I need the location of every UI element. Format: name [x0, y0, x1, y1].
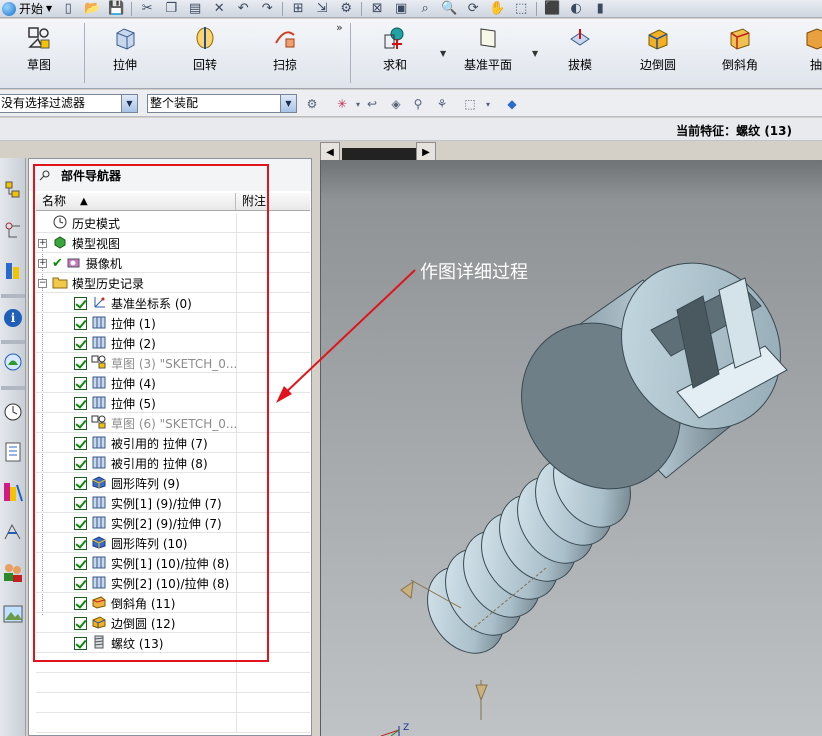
annotation-text: 作图详细过程 — [420, 262, 528, 283]
select-face-icon[interactable]: ◈ — [388, 96, 404, 112]
rectangle-select-icon[interactable]: ⬚ — [462, 96, 478, 112]
unite-icon — [384, 27, 404, 49]
rotate-icon[interactable]: ⟳ — [464, 1, 482, 17]
revolve-label: 回转 — [192, 58, 217, 72]
unite-label: 求和 — [382, 58, 407, 72]
toolbar-separator — [282, 1, 284, 16]
sweep-button[interactable]: 扫掠 — [260, 23, 310, 83]
selection-filter-combo[interactable]: 没有选择过滤器 ▼ — [0, 94, 138, 113]
tools-icon[interactable]: ⚙ — [337, 1, 355, 17]
start-orb-icon — [2, 1, 16, 16]
datum-plane-button[interactable]: 基准平面 — [460, 23, 516, 83]
selection-filter-value: 没有选择过滤器 — [1, 96, 86, 110]
main-area: i 部件导航器 名称 ▲ 附注 历史模式 + 模型视图 + ✔ 摄像机 − 模型历史记录 基准坐… — [0, 142, 822, 736]
start-menu-button[interactable]: 开始 ▼ — [0, 0, 56, 17]
ribbon-divider — [350, 23, 351, 83]
chevron-down-icon[interactable]: ▼ — [121, 95, 137, 112]
chevron-down-icon[interactable]: ▼ — [532, 49, 540, 58]
shell-button[interactable]: 抽 — [796, 23, 822, 83]
chamfer-icon — [730, 28, 750, 50]
toolbar-separator — [536, 1, 538, 16]
cut-icon[interactable]: ✂ — [138, 1, 156, 17]
revolve-button[interactable]: 回转 — [180, 23, 230, 83]
selection-bar: 没有选择过滤器 ▼ 整个装配 ▼ ⚙ ✳ ▾ ↩ ◈ ⚲ ⚘ ⬚ ▾ ◆ — [0, 90, 822, 117]
save-icon[interactable]: 💾 — [107, 1, 125, 17]
draft-label: 拔模 — [567, 58, 592, 72]
sketch-button[interactable]: 草图 — [14, 23, 64, 83]
chamfer-label: 倒斜角 — [721, 58, 758, 72]
view-cube-icon[interactable]: ⬚ — [512, 1, 530, 17]
orient-view-icon[interactable]: ⬛ — [543, 1, 561, 17]
extrude-icon — [116, 28, 135, 50]
draft-button[interactable]: 拔模 — [555, 23, 605, 83]
zoom-window-icon[interactable]: ⌕ — [416, 1, 434, 17]
zoom-icon[interactable]: 🔍 — [440, 1, 458, 17]
unite-button[interactable]: 求和 — [370, 23, 420, 83]
chamfer-button[interactable]: 倒斜角 — [715, 23, 765, 83]
extrude-button[interactable]: 拉伸 — [100, 23, 150, 83]
annotation-arrow — [276, 269, 416, 403]
selection-scope-combo[interactable]: 整个装配 ▼ — [147, 94, 297, 113]
shell-icon — [806, 28, 822, 50]
open-folder-icon[interactable]: 📂 — [83, 1, 101, 17]
fit-icon[interactable]: ⊠ — [368, 1, 386, 17]
ribbon-divider — [84, 23, 85, 83]
datum-plane-icon — [480, 28, 496, 48]
sweep-icon — [275, 31, 295, 48]
toolbar-separator — [361, 1, 363, 16]
start-label: 开始 — [19, 2, 44, 16]
redo-icon[interactable]: ↷ — [258, 1, 276, 17]
cursor-icon[interactable]: ⇲ — [313, 1, 331, 17]
chevron-down-icon[interactable]: ▼ — [280, 95, 296, 112]
edge-blend-label: 边倒圆 — [639, 58, 676, 72]
edge-blend-button[interactable]: 边倒圆 — [633, 23, 683, 83]
paste-icon[interactable]: ▤ — [186, 1, 204, 17]
chevron-down-icon: ▼ — [46, 4, 53, 13]
edge-blend-icon — [648, 29, 668, 50]
undo-icon[interactable]: ↶ — [234, 1, 252, 17]
datum-plane-label: 基准平面 — [463, 58, 512, 72]
pan-icon[interactable]: ✋ — [488, 1, 506, 17]
feature-ribbon: 草图 拉伸 回转 扫掠 » 求和 ▼ 基准平面 ▼ 拔模 边倒圆 倒斜角 抽 — [0, 19, 822, 89]
select-chain-icon[interactable]: ⚲ — [410, 96, 426, 112]
chevron-down-icon[interactable]: ▾ — [480, 96, 496, 112]
part-color-icon[interactable]: ▮ — [591, 1, 609, 17]
sketch-label: 草图 — [26, 58, 51, 72]
sketch-icon — [28, 27, 50, 49]
render-style-icon[interactable]: ◐ — [567, 1, 585, 17]
status-row: 当前特征：螺纹 (13) — [0, 118, 822, 141]
snap-point-icon[interactable]: ✳ — [334, 96, 350, 112]
sweep-label: 扫掠 — [272, 58, 297, 72]
select-body-icon[interactable]: ⚘ — [434, 96, 450, 112]
chevron-down-icon[interactable]: ▼ — [440, 49, 448, 58]
extrude-label: 拉伸 — [112, 58, 137, 72]
draft-icon — [570, 29, 590, 46]
more-commands-icon[interactable]: » — [336, 21, 343, 34]
quick-access-toolbar: 开始 ▼ ▯ 📂 💾 ✂ ❐ ▤ ✕ ↶ ↷ ⊞ ⇲ ⚙ ⊠ ▣ ⌕ 🔍 ⟳ ✋… — [0, 0, 822, 18]
new-file-icon[interactable]: ▯ — [59, 1, 77, 17]
revolve-icon — [196, 27, 214, 49]
selection-scope-value: 整个装配 — [150, 96, 199, 110]
zoom-region-icon[interactable]: ▣ — [392, 1, 410, 17]
current-feature-text: 当前特征：螺纹 (13) — [676, 124, 792, 138]
copy-icon[interactable]: ❐ — [162, 1, 180, 17]
cube-view-icon[interactable]: ◆ — [504, 96, 520, 112]
assembly-filter-icon[interactable]: ⚙ — [304, 96, 320, 112]
toolbar-separator — [131, 1, 133, 16]
select-arrow-icon[interactable]: ↩ — [364, 96, 380, 112]
snap-icon[interactable]: ⊞ — [289, 1, 307, 17]
delete-icon[interactable]: ✕ — [210, 1, 228, 17]
shell-label: 抽 — [809, 58, 822, 72]
